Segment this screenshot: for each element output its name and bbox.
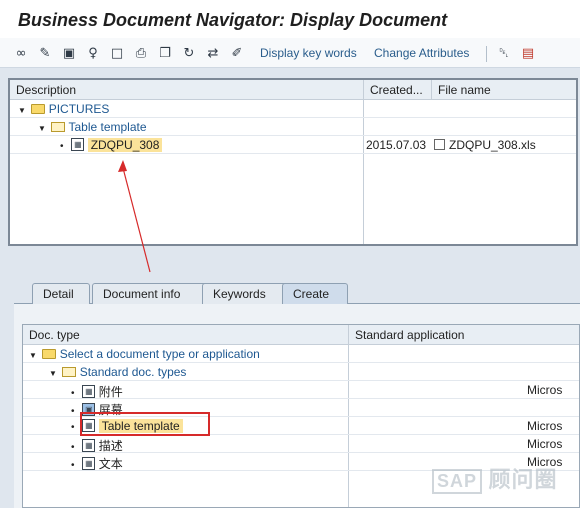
column-header-created[interactable]: Created...: [364, 80, 432, 100]
tab-document-info[interactable]: Document info: [92, 283, 210, 304]
window-title: Business Document Navigator: Display Doc…: [18, 10, 448, 30]
folder-icon: [31, 103, 46, 114]
title-bar: Business Document Navigator: Display Doc…: [0, 0, 580, 38]
tree-node-label: Table template: [68, 120, 147, 134]
tab-detail[interactable]: Detail: [32, 283, 90, 304]
tree-row[interactable]: ▼ Table template: [10, 118, 576, 136]
print-icon[interactable]: ⎙: [132, 44, 150, 62]
expand-triangle-icon[interactable]: ▼: [49, 369, 59, 378]
leaf-bullet-icon: •: [71, 422, 75, 433]
leaf-bullet-icon: •: [71, 406, 75, 417]
copy-icon[interactable]: ❐: [156, 44, 174, 62]
leaf-bullet-icon: •: [71, 442, 75, 453]
leaf-bullet-icon: •: [71, 460, 75, 471]
document-type-icon: ▦: [82, 439, 96, 453]
tree-node-label: Standard doc. types: [79, 365, 187, 379]
open-folder-icon: [51, 121, 66, 132]
person-icon[interactable]: ♀: [84, 44, 102, 62]
annotation-highlight-box: [80, 412, 210, 436]
application-toolbar: ∞ ✎ ▣ ♀ □ ⎙ ❐ ↻ ⇄ ✐ Display key words Ch…: [0, 38, 580, 68]
change-attributes-button[interactable]: Change Attributes: [374, 46, 469, 60]
tree-row[interactable]: • ▦ ZDQPU_308 2015.07.03 ZDQPU_308.xls: [10, 136, 576, 154]
document-type-icon: ▦: [82, 385, 96, 399]
tree-node-label: PICTURES: [48, 102, 110, 116]
leaf-bullet-icon: •: [71, 388, 75, 399]
tab-create[interactable]: Create: [282, 283, 348, 304]
watermark-brand: SAP: [432, 469, 483, 494]
document-node-label[interactable]: ZDQPU_308: [87, 138, 163, 152]
doc-type-label: 附件: [98, 385, 123, 399]
expand-triangle-icon[interactable]: ▼: [29, 351, 39, 360]
display-icon[interactable]: ▣: [60, 44, 78, 62]
highlighter-icon[interactable]: ✐: [228, 44, 246, 62]
open-folder-icon: [62, 366, 77, 377]
column-header-standard-application[interactable]: Standard application: [349, 325, 579, 345]
watermark-text: 顾问圈: [488, 467, 558, 492]
leaf-bullet-icon: •: [60, 141, 64, 152]
excel-document-icon: ▦: [71, 138, 85, 152]
pencil-icon[interactable]: ✎: [36, 44, 54, 62]
tree-row[interactable]: ▼ PICTURES: [10, 100, 576, 118]
display-key-words-button[interactable]: Display key words: [260, 46, 357, 60]
tab-strip: Detail Document info Keywords Create: [14, 282, 580, 304]
file-checkbox[interactable]: [434, 139, 445, 151]
column-header-file-name[interactable]: File name: [432, 80, 576, 100]
expand-triangle-icon[interactable]: ▼: [18, 106, 28, 115]
doc-type-label: 文本: [98, 457, 123, 471]
glasses-icon[interactable]: ∞: [12, 44, 30, 62]
document-type-icon: ▦: [82, 457, 96, 471]
file-name: ZDQPU_308.xls: [449, 138, 536, 152]
watermark-logo: SAP 顾问圈: [432, 462, 572, 498]
refresh-icon[interactable]: ↻: [180, 44, 198, 62]
folder-icon: [42, 348, 57, 359]
trash-icon[interactable]: ␡: [495, 44, 513, 62]
doc-type-row[interactable]: • ▦ 描述 Micros: [23, 435, 579, 453]
toolbar-separator: [486, 46, 487, 62]
tree-row[interactable]: ▼ Standard doc. types: [23, 363, 579, 381]
expand-triangle-icon[interactable]: ▼: [38, 124, 48, 133]
standard-application: Micros: [527, 383, 563, 397]
created-date: 2015.07.03: [366, 138, 427, 152]
tab-keywords[interactable]: Keywords: [202, 283, 288, 304]
new-doc-icon[interactable]: □: [108, 44, 126, 62]
standard-application: Micros: [527, 419, 563, 433]
column-header-description[interactable]: Description: [10, 80, 364, 100]
transfer-icon[interactable]: ⇄: [204, 44, 222, 62]
tree-node-label: Select a document type or application: [59, 347, 260, 361]
doc-type-row[interactable]: • ▦ 附件 Micros: [23, 381, 579, 399]
column-header-doc-type[interactable]: Doc. type: [23, 325, 349, 345]
document-tree-grid: Description Created... File name ▼ PICTU…: [8, 78, 578, 246]
truck-icon[interactable]: ▤: [519, 44, 537, 62]
doc-type-label: 描述: [98, 439, 123, 453]
tree-row[interactable]: ▼ Select a document type or application: [23, 345, 579, 363]
standard-application: Micros: [527, 437, 563, 451]
